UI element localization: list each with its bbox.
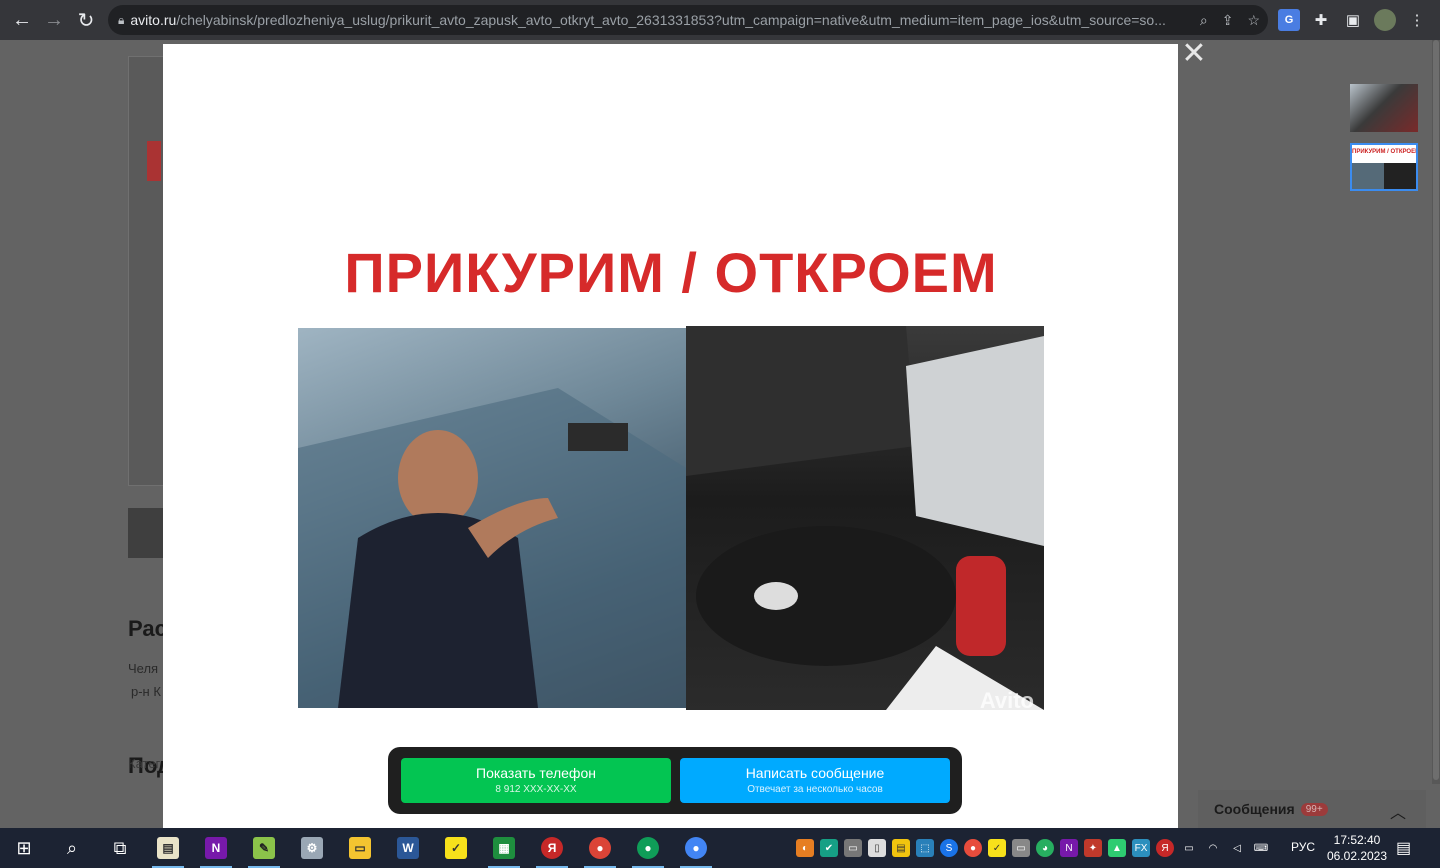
chevron-up-icon[interactable]: ︿: [1390, 799, 1406, 823]
show-phone-button[interactable]: Показать телефон 8 912 XXX-XX-XX: [401, 758, 671, 803]
keyboard-icon[interactable]: ⌨: [1252, 839, 1270, 857]
windows-taskbar: ⊞ ⌕ ⧉ ▤ N ✎ ⚙ ▭ W ✓ ▦ Я ● ● ● ◐ ✔ ▭ ▯ ▤ …: [0, 828, 1440, 868]
taskbar-chrome-icon-3[interactable]: ●: [672, 828, 720, 868]
windows-start-icon[interactable]: ⊞: [0, 828, 48, 868]
browser-toolbar: ← → ↻ 🔒︎ avito.ru/chelyabinsk/predlozhen…: [0, 0, 1440, 40]
taskbar-sheets-icon[interactable]: ▦: [480, 828, 528, 868]
notifications-icon[interactable]: ▤: [1396, 838, 1411, 858]
address-bar[interactable]: 🔒︎ avito.ru/chelyabinsk/predlozheniya_us…: [108, 5, 1268, 35]
avito-watermark: Avito: [979, 688, 1034, 710]
system-tray: ◐ ✔ ▭ ▯ ▤ ⬚ S ● ✓ ▭ ◕ N ✦ ▲ FX Я ▭ ◠ ◁ ⌨: [796, 828, 1270, 868]
taskbar-explorer-icon[interactable]: ▤: [144, 828, 192, 868]
photo-title-text: ПРИКУРИМ / ОТКРОЕМ: [344, 241, 998, 304]
battery-icon[interactable]: ▭: [1180, 839, 1198, 857]
write-message-label: Написать сообщение: [745, 765, 885, 781]
show-phone-label: Показать телефон: [476, 765, 596, 781]
district-text: р-н К: [131, 684, 161, 699]
clock-date: 06.02.2023: [1326, 849, 1388, 863]
tray-icon-window[interactable]: ▭: [1012, 839, 1030, 857]
task-view-icon[interactable]: ⧉: [96, 828, 144, 868]
search-icon[interactable]: ⌕: [48, 828, 96, 868]
tray-icon-red[interactable]: ✦: [1084, 839, 1102, 857]
profile-avatar[interactable]: [1374, 9, 1396, 31]
phone-masked: 8 912 XXX-XX-XX: [495, 784, 577, 795]
listing-main-image: [128, 56, 164, 486]
taskbar-word-icon[interactable]: W: [384, 828, 432, 868]
url-text[interactable]: avito.ru/chelyabinsk/predlozheniya_uslug…: [130, 12, 1180, 28]
listing-thumbnail: [128, 508, 164, 558]
gallery-photo: ПРИКУРИМ / ОТКРОЕМ Avito: [298, 145, 1044, 711]
write-message-button[interactable]: Написать сообщение Отвечает за несколько…: [680, 758, 950, 803]
taskbar-sticky-notes-icon[interactable]: ✓: [432, 828, 480, 868]
system-clock[interactable]: 17:52:40 06.02.2023: [1326, 832, 1388, 864]
share-icon[interactable]: ⇪: [1222, 12, 1234, 29]
menu-kebab-icon[interactable]: ⋮: [1406, 9, 1428, 31]
reload-icon[interactable]: ↻: [70, 4, 102, 36]
tray-icon-onenote[interactable]: N: [1060, 839, 1078, 857]
zoom-icon[interactable]: ⌕: [1200, 12, 1208, 29]
input-language[interactable]: РУС: [1291, 840, 1315, 854]
taskbar-chrome-icon-1[interactable]: ●: [576, 828, 624, 868]
tray-icon-note[interactable]: ▤: [892, 839, 910, 857]
messages-widget[interactable]: Сообщения 99+ ︿: [1198, 790, 1426, 828]
messages-badge: 99+: [1300, 802, 1328, 816]
photo-left-panel: [298, 328, 686, 708]
url-path: /chelyabinsk/predlozheniya_uslug/prikuri…: [176, 12, 1166, 28]
taskbar-onenote-icon[interactable]: N: [192, 828, 240, 868]
translate-icon[interactable]: G: [1278, 9, 1300, 31]
contact-action-bar: Показать телефон 8 912 XXX-XX-XX Написат…: [388, 747, 962, 814]
tray-icon-fx[interactable]: FX: [1132, 839, 1150, 857]
volume-icon[interactable]: ◁: [1228, 839, 1246, 857]
tray-icon-shield[interactable]: ✔: [820, 839, 838, 857]
taskbar-app-icon[interactable]: ⚙: [288, 828, 336, 868]
taskbar-notepad-icon[interactable]: ✎: [240, 828, 288, 868]
forward-icon[interactable]: →: [38, 4, 70, 36]
url-host: avito.ru: [130, 12, 177, 28]
tray-icon-green[interactable]: ◕: [1036, 839, 1054, 857]
side-panel-icon[interactable]: ▣: [1342, 9, 1364, 31]
response-time: Отвечает за несколько часов: [747, 784, 883, 795]
tray-icon-skype[interactable]: S: [940, 839, 958, 857]
gallery-thumbnail-1[interactable]: [1350, 84, 1418, 132]
section-heading-location: Рас: [128, 616, 167, 641]
tray-icon-monitor[interactable]: ▭: [844, 839, 862, 857]
tray-icon-1[interactable]: ◐: [796, 839, 814, 857]
star-icon[interactable]: ☆: [1247, 12, 1260, 29]
tray-icon-chrome[interactable]: ●: [964, 839, 982, 857]
tray-icon-check[interactable]: ✓: [988, 839, 1006, 857]
taskbar-chrome-icon-2[interactable]: ●: [624, 828, 672, 868]
taskbar-yandex-icon[interactable]: Я: [528, 828, 576, 868]
close-icon[interactable]: ✕: [1180, 39, 1208, 69]
messages-label: Сообщения: [1214, 801, 1295, 817]
category-text: Катег: [128, 756, 161, 771]
page-scrollbar[interactable]: [1432, 40, 1440, 784]
tray-icon-triangle[interactable]: ▲: [1108, 839, 1126, 857]
tray-icon-screenshot[interactable]: ⬚: [916, 839, 934, 857]
thumbnail-title: ПРИКУРИМ / ОТКРОЕМ: [1352, 149, 1418, 155]
back-icon[interactable]: ←: [6, 4, 38, 36]
clock-time: 17:52:40: [1333, 833, 1381, 847]
photo-right-panel: Avito: [686, 326, 1044, 710]
location-text: Челя: [128, 661, 159, 676]
extensions-puzzle-icon[interactable]: ✚: [1310, 9, 1332, 31]
lock-icon[interactable]: 🔒︎: [118, 13, 124, 28]
tray-icon-yandex[interactable]: Я: [1156, 839, 1174, 857]
wifi-icon[interactable]: ◠: [1204, 839, 1222, 857]
taskbar-folder-icon[interactable]: ▭: [336, 828, 384, 868]
gallery-thumbnail-2-selected[interactable]: ПРИКУРИМ / ОТКРОЕМ: [1350, 143, 1418, 191]
tray-icon-file[interactable]: ▯: [868, 839, 886, 857]
